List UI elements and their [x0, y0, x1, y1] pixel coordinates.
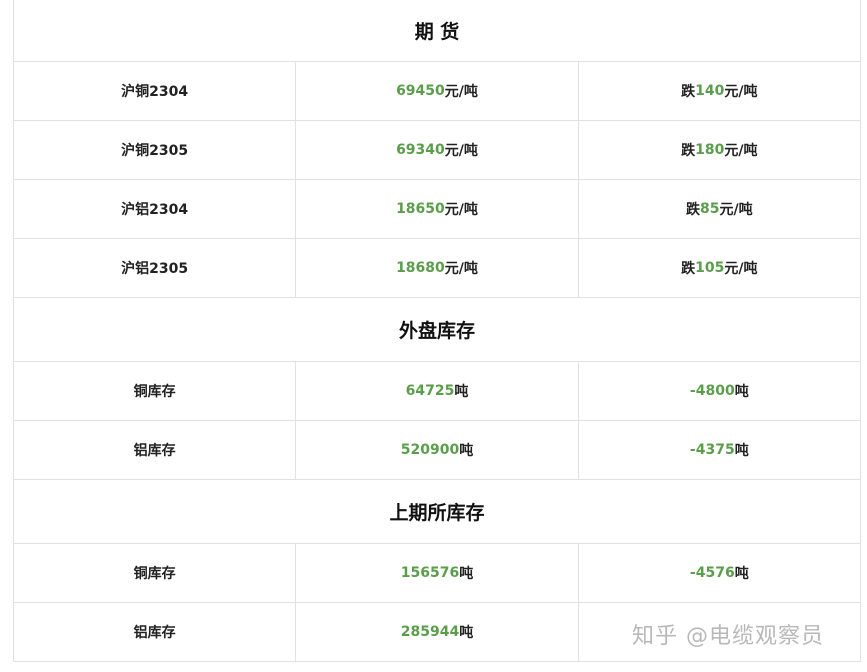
- contract-change: 跌 85 元/吨: [577, 180, 860, 238]
- contract-name: 沪铝2305: [121, 261, 189, 277]
- inventory-value: 64725 吨: [295, 362, 577, 420]
- section-title-text: 外盘库存: [398, 320, 475, 342]
- table-row: 铜库存 156576 吨 -4576 吨: [14, 544, 860, 603]
- contract-name: 沪铜2304: [121, 84, 189, 100]
- contract-price: 69340 元/吨: [295, 121, 577, 179]
- inventory-name: 铜库存: [133, 566, 176, 582]
- table-row: 沪铜2304 69450 元/吨 跌 140 元/吨: [14, 62, 860, 121]
- foreign-inventory-section-title: 外盘库存: [14, 298, 860, 362]
- watermark: 知乎 @电缆观察员: [632, 624, 824, 649]
- contract-name: 沪铜2305: [121, 143, 189, 159]
- contract-change: 跌 140 元/吨: [577, 62, 860, 120]
- inventory-name: 铝库存: [133, 625, 176, 641]
- inventory-change: -4375 吨: [577, 421, 860, 479]
- table-row: 沪铝2305 18680 元/吨 跌 105 元/吨: [14, 239, 860, 298]
- contract-price: 69450 元/吨: [295, 62, 577, 120]
- inventory-name: 铝库存: [133, 443, 176, 459]
- inventory-value: 520900 吨: [295, 421, 577, 479]
- contract-change: 跌 180 元/吨: [577, 121, 860, 179]
- table-row: 沪铝2304 18650 元/吨 跌 85 元/吨: [14, 180, 860, 239]
- contract-change: 跌 105 元/吨: [577, 239, 860, 297]
- section-title-text: 上期所库存: [389, 502, 485, 524]
- contract-price: 18650 元/吨: [295, 180, 577, 238]
- inventory-change: -4800 吨: [577, 362, 860, 420]
- contract-price: 18680 元/吨: [295, 239, 577, 297]
- contract-name: 沪铝2304: [121, 202, 189, 218]
- inventory-name: 铜库存: [133, 384, 176, 400]
- section-title-text: 期 货: [414, 21, 460, 43]
- futures-section-title: 期 货: [14, 0, 860, 62]
- price-table: 期 货 沪铜2304 69450 元/吨 跌 140 元/吨 沪铜2305 69340…: [13, 0, 861, 662]
- table-row: 沪铜2305 69340 元/吨 跌 180 元/吨: [14, 121, 860, 180]
- inventory-value: 285944 吨: [295, 603, 577, 661]
- inventory-value: 156576 吨: [295, 544, 577, 602]
- table-row: 铝库存 520900 吨 -4375 吨: [14, 421, 860, 480]
- shfe-inventory-section-title: 上期所库存: [14, 480, 860, 544]
- inventory-change: -4576 吨: [577, 544, 860, 602]
- table-row: 铜库存 64725 吨 -4800 吨: [14, 362, 860, 421]
